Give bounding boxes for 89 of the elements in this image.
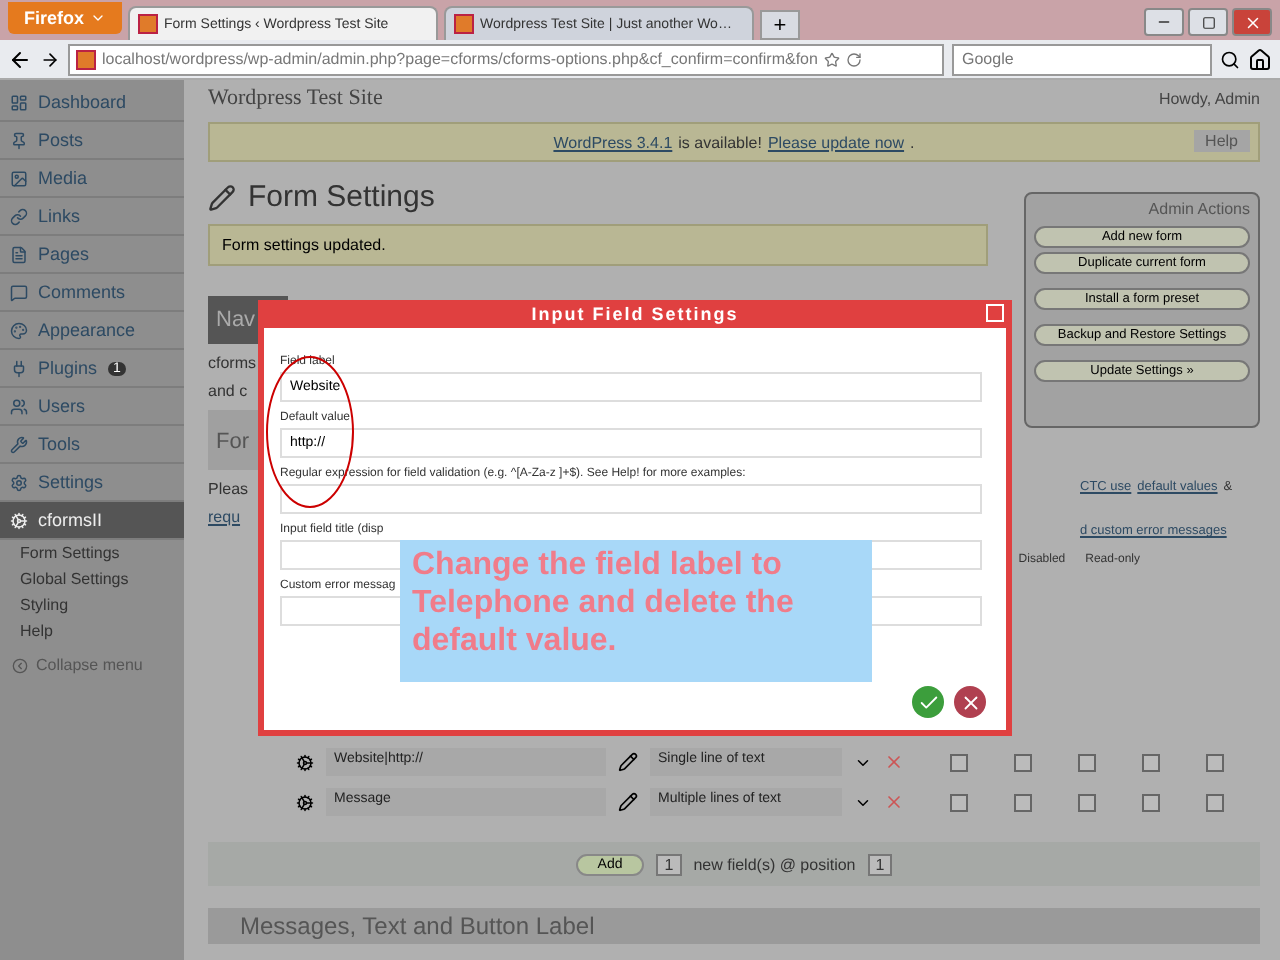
new-tab-button[interactable]: + — [760, 10, 801, 40]
wrench-icon — [10, 435, 28, 453]
dashboard-icon — [10, 93, 28, 111]
input-field[interactable] — [280, 484, 982, 514]
sidebar-item[interactable]: Users — [0, 388, 184, 426]
checkbox[interactable] — [950, 793, 968, 811]
instruction-tooltip: Change the field label to Telephone and delete the default value. — [400, 540, 872, 682]
submenu-item[interactable]: Global Settings — [0, 566, 184, 592]
checkbox[interactable] — [1142, 793, 1160, 811]
caret-icon — [90, 10, 107, 26]
checkbox[interactable] — [1206, 793, 1224, 811]
checkbox[interactable] — [1078, 753, 1096, 771]
plug-icon — [10, 359, 28, 377]
square-icon — [1201, 15, 1215, 29]
collapse-menu-link[interactable]: Collapse menu — [0, 644, 184, 686]
site-title: Wordpress Test Site — [208, 86, 383, 110]
help-button[interactable]: Help — [1193, 130, 1250, 152]
sidebar-item[interactable]: Dashboard — [0, 84, 184, 122]
sidebar-item[interactable]: Posts — [0, 122, 184, 160]
nav-panel-title: Nav — [216, 308, 256, 332]
add-field-text: new field(s) @ position — [693, 855, 856, 873]
submenu-item[interactable]: Form Settings — [0, 540, 184, 566]
forward-icon[interactable] — [40, 49, 60, 69]
intro-text: cforms — [208, 354, 256, 372]
confirm-button[interactable] — [912, 686, 944, 718]
cancel-button[interactable] — [954, 686, 986, 718]
collapse-icon — [12, 657, 28, 673]
version-link[interactable]: WordPress 3.4.1 — [553, 133, 673, 151]
document-icon — [10, 245, 28, 263]
edit-icon[interactable] — [618, 752, 638, 772]
checkbox[interactable] — [1142, 753, 1160, 771]
checkbox[interactable] — [1014, 753, 1032, 771]
site-icon — [76, 49, 96, 69]
palette-icon — [10, 321, 28, 339]
search-icon[interactable] — [1220, 49, 1240, 69]
check-icon — [917, 691, 939, 713]
image-icon — [10, 169, 28, 187]
url-field[interactable]: localhost/wordpress/wp-admin/admin.php?page=cforms/cforms-options.php&cf_confirm=confirm&fon — [68, 43, 944, 75]
section-header[interactable]: Messages, Text and Button Label — [208, 908, 1260, 944]
minimize-button[interactable] — [1144, 8, 1184, 36]
submenu-item[interactable]: Help — [0, 618, 184, 644]
sidebar-item[interactable]: Media — [0, 160, 184, 198]
users-icon — [10, 397, 28, 415]
pencil-icon — [208, 183, 236, 211]
checkbox[interactable] — [950, 753, 968, 771]
intro-text: and c — [208, 382, 248, 400]
position-select[interactable]: 1 — [867, 853, 893, 875]
update-link[interactable]: Please update now — [767, 133, 905, 151]
required-link[interactable]: requ — [208, 508, 241, 544]
form-panel-title: For — [216, 430, 249, 454]
sidebar-item[interactable]: Tools — [0, 426, 184, 464]
gear-icon — [10, 511, 28, 529]
reload-icon[interactable] — [845, 51, 862, 67]
sidebar-item[interactable]: Links — [0, 198, 184, 236]
notice-period: . — [910, 133, 915, 151]
checkbox[interactable] — [1206, 753, 1224, 771]
close-button[interactable] — [1232, 8, 1272, 36]
search-field[interactable]: Google — [952, 43, 1212, 75]
delete-icon[interactable] — [884, 792, 904, 812]
field-count-input[interactable]: 1 — [656, 853, 682, 875]
dialog-title: Input Field Settings — [264, 300, 1006, 328]
firefox-menu-button[interactable]: Firefox — [8, 2, 123, 34]
close-icon — [1243, 13, 1261, 31]
checkbox[interactable] — [1078, 793, 1096, 811]
home-icon[interactable] — [1248, 47, 1272, 71]
submenu-item[interactable]: Styling — [0, 592, 184, 618]
checkbox[interactable] — [1014, 793, 1032, 811]
sidebar-item[interactable]: Appearance — [0, 312, 184, 350]
link-icon — [10, 207, 28, 225]
site-icon — [454, 14, 475, 34]
site-icon — [138, 14, 159, 34]
sidebar-item[interactable]: Comments — [0, 274, 184, 312]
edit-icon[interactable] — [618, 792, 638, 812]
settings-updated-message: Form settings updated. — [208, 224, 988, 266]
close-icon — [959, 691, 981, 713]
delete-icon[interactable] — [884, 752, 904, 772]
pin-icon — [10, 131, 28, 149]
speech-bubble-icon — [10, 283, 28, 301]
star-icon[interactable] — [823, 51, 840, 67]
back-icon[interactable] — [8, 47, 32, 71]
panel-title: Admin Actions — [1146, 200, 1250, 218]
settings-icon — [10, 473, 28, 491]
instruction-text: Pleas — [208, 480, 249, 498]
page-title: Form Settings — [248, 180, 435, 214]
notice-text: is available! — [678, 133, 762, 151]
user-greeting[interactable]: Howdy, Admin — [1158, 89, 1260, 107]
maximize-button[interactable] — [1188, 8, 1228, 36]
sidebar-item[interactable]: cformsII — [0, 502, 184, 540]
sidebar-item[interactable]: Pages — [0, 236, 184, 274]
